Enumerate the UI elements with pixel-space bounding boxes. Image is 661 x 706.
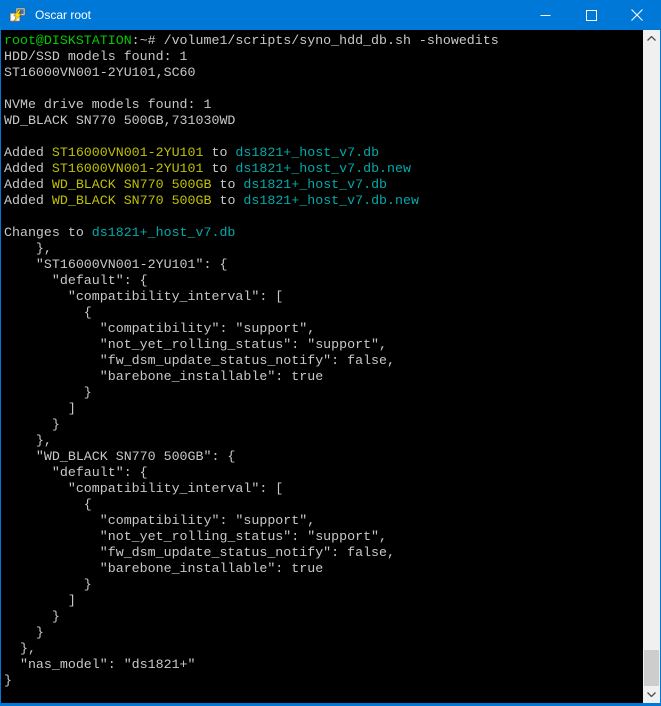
chevron-down-icon: [647, 692, 656, 697]
terminal-line: "compatibility_interval": [: [4, 289, 643, 305]
terminal-line: [4, 129, 643, 145]
terminal-line: "default": {: [4, 273, 643, 289]
terminal-line: ]: [4, 593, 643, 609]
terminal-output[interactable]: root@DISKSTATION:~# /volume1/scripts/syn…: [1, 30, 643, 703]
terminal-line: }: [4, 577, 643, 593]
scrollbar-track[interactable]: [643, 47, 660, 686]
terminal-line: Changes to ds1821+_host_v7.db: [4, 225, 643, 241]
terminal-line: "fw_dsm_update_status_notify": false,: [4, 545, 643, 561]
terminal-line: },: [4, 241, 643, 257]
window-title: Oscar root: [35, 8, 522, 22]
terminal-line: "barebone_installable": true: [4, 561, 643, 577]
minimize-icon: [540, 10, 551, 21]
terminal-line: }: [4, 385, 643, 401]
terminal-line: ]: [4, 401, 643, 417]
titlebar[interactable]: Oscar root: [1, 0, 660, 30]
terminal-line: WD_BLACK SN770 500GB,731030WD: [4, 113, 643, 129]
terminal-line: ST16000VN001-2YU101,SC60: [4, 65, 643, 81]
terminal-line: "compatibility": "support",: [4, 321, 643, 337]
terminal-line: Added WD_BLACK SN770 500GB to ds1821+_ho…: [4, 193, 643, 209]
terminal-line: HDD/SSD models found: 1: [4, 49, 643, 65]
terminal-line: Added ST16000VN001-2YU101 to ds1821+_hos…: [4, 145, 643, 161]
close-button[interactable]: [614, 0, 660, 30]
terminal-line: }: [4, 625, 643, 641]
terminal-line: [4, 209, 643, 225]
minimize-button[interactable]: [522, 0, 568, 30]
terminal-line: "compatibility": "support",: [4, 513, 643, 529]
terminal-line: "ST16000VN001-2YU101": {: [4, 257, 643, 273]
terminal-line: }: [4, 673, 643, 689]
scroll-down-button[interactable]: [643, 686, 660, 703]
maximize-button[interactable]: [568, 0, 614, 30]
terminal-line: "barebone_installable": true: [4, 369, 643, 385]
terminal-line: Added WD_BLACK SN770 500GB to ds1821+_ho…: [4, 177, 643, 193]
terminal-line: root@DISKSTATION:~# /volume1/scripts/syn…: [4, 33, 643, 49]
terminal-line: NVMe drive models found: 1: [4, 97, 643, 113]
terminal-line: "not_yet_rolling_status": "support",: [4, 337, 643, 353]
terminal-line: },: [4, 433, 643, 449]
terminal-line: {: [4, 497, 643, 513]
terminal-line: "fw_dsm_update_status_notify": false,: [4, 353, 643, 369]
scrollbar[interactable]: [643, 30, 660, 703]
maximize-icon: [586, 10, 597, 21]
window-body: root@DISKSTATION:~# /volume1/scripts/syn…: [1, 30, 660, 703]
putty-terminal-icon: [9, 7, 26, 24]
terminal-line: "default": {: [4, 465, 643, 481]
terminal-line: "not_yet_rolling_status": "support",: [4, 529, 643, 545]
terminal-line: },: [4, 641, 643, 657]
scrollbar-thumb[interactable]: [644, 650, 659, 686]
terminal-line: {: [4, 305, 643, 321]
window-controls: [522, 0, 660, 30]
terminal-line: Added ST16000VN001-2YU101 to ds1821+_hos…: [4, 161, 643, 177]
putty-window: Oscar root root@DISKSTATION:~# /volume1/…: [0, 0, 661, 706]
scroll-up-button[interactable]: [643, 30, 660, 47]
terminal-line: "WD_BLACK SN770 500GB": {: [4, 449, 643, 465]
terminal-line: "compatibility_interval": [: [4, 481, 643, 497]
terminal-line: }: [4, 417, 643, 433]
terminal-line: }: [4, 609, 643, 625]
chevron-up-icon: [647, 36, 656, 41]
terminal-line: [4, 81, 643, 97]
close-icon: [631, 9, 643, 21]
terminal-line: "nas_model": "ds1821+": [4, 657, 643, 673]
